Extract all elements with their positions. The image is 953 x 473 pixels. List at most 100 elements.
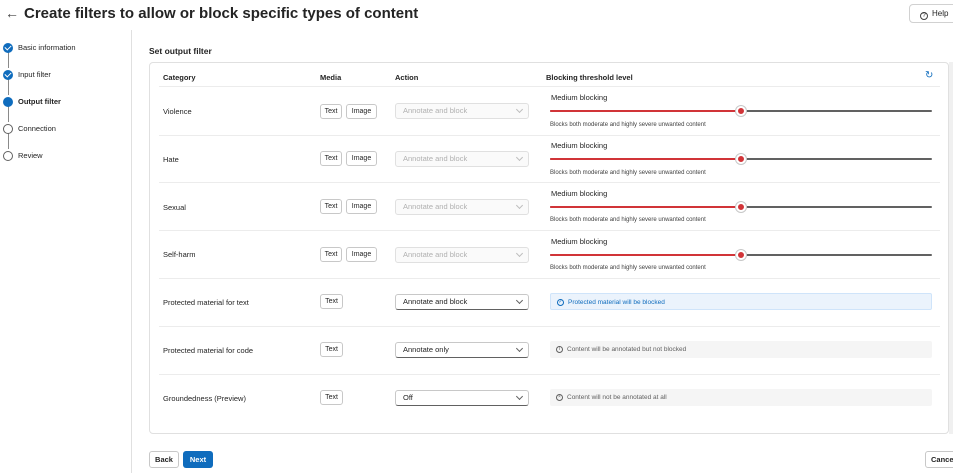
step-connector bbox=[7, 52, 9, 68]
threshold-slider[interactable] bbox=[550, 106, 932, 116]
action-value: Annotate only bbox=[403, 345, 449, 354]
sidebar-divider bbox=[131, 30, 132, 473]
category-label: Sexual bbox=[163, 203, 186, 212]
current-step-dot-icon bbox=[3, 97, 13, 107]
info-circle-icon: i bbox=[556, 346, 563, 353]
slider-thumb[interactable] bbox=[736, 202, 746, 212]
slider-thumb[interactable] bbox=[736, 154, 746, 164]
media-image-button[interactable]: Image bbox=[346, 151, 377, 166]
action-value: Annotate and block bbox=[403, 106, 468, 115]
media-image-button[interactable]: Image bbox=[346, 104, 377, 119]
slider-fill bbox=[550, 158, 741, 160]
action-value: Off bbox=[403, 393, 413, 402]
slider-fill bbox=[550, 206, 741, 208]
threshold-label: Medium blocking bbox=[551, 93, 608, 102]
media-text-button[interactable]: Text bbox=[320, 151, 342, 166]
row-divider bbox=[159, 374, 940, 375]
step-connector bbox=[7, 133, 9, 149]
step-connection[interactable]: Connection bbox=[3, 123, 128, 135]
media-text-button[interactable]: Text bbox=[320, 342, 343, 357]
info-text: Content will be annotated but not blocke… bbox=[567, 346, 687, 353]
reset-icon[interactable]: ↻ bbox=[925, 71, 935, 81]
action-dropdown[interactable]: Annotate only bbox=[395, 342, 529, 358]
info-box: ✓ Protected material will be blocked bbox=[550, 293, 932, 310]
section-title: Set output filter bbox=[149, 46, 212, 56]
threshold-description: Blocks both moderate and highly severe u… bbox=[550, 122, 706, 128]
action-dropdown: Annotate and block bbox=[395, 199, 529, 215]
action-dropdown: Annotate and block bbox=[395, 103, 529, 119]
row-divider bbox=[159, 86, 940, 87]
media-text-button[interactable]: Text bbox=[320, 390, 343, 405]
media-text-button[interactable]: Text bbox=[320, 104, 342, 119]
threshold-description: Blocks both moderate and highly severe u… bbox=[550, 265, 706, 271]
info-box: × Content will not be annotated at all bbox=[550, 389, 932, 406]
shield-check-icon: ✓ bbox=[557, 299, 564, 306]
step-output-filter[interactable]: Output filter bbox=[3, 96, 128, 108]
step-review[interactable]: Review bbox=[3, 150, 128, 162]
category-label: Protected material for code bbox=[163, 346, 254, 355]
category-label: Self-harm bbox=[163, 250, 196, 259]
column-header-media: Media bbox=[320, 73, 342, 82]
checkmark-circle-icon bbox=[3, 70, 13, 80]
row-divider bbox=[159, 230, 940, 231]
action-dropdown: Annotate and block bbox=[395, 247, 529, 263]
chevron-down-icon bbox=[515, 153, 524, 162]
action-value: Annotate and block bbox=[403, 250, 468, 259]
media-text-button[interactable]: Text bbox=[320, 199, 342, 214]
slider-thumb[interactable] bbox=[736, 250, 746, 260]
column-header-threshold: Blocking threshold level bbox=[546, 73, 633, 82]
help-label: Help bbox=[932, 9, 949, 18]
next-button[interactable]: Next bbox=[183, 451, 213, 468]
row-divider bbox=[159, 182, 940, 183]
threshold-slider[interactable] bbox=[550, 154, 932, 164]
back-arrow-icon[interactable]: ← bbox=[5, 5, 19, 21]
media-image-button[interactable]: Image bbox=[346, 247, 377, 262]
scrollbar[interactable] bbox=[949, 62, 953, 434]
row-divider bbox=[159, 135, 940, 136]
action-value: Annotate and block bbox=[403, 202, 468, 211]
category-label: Hate bbox=[163, 155, 179, 164]
action-value: Annotate and block bbox=[403, 297, 468, 306]
media-image-button[interactable]: Image bbox=[346, 199, 377, 214]
media-text-button[interactable]: Text bbox=[320, 247, 342, 262]
threshold-label: Medium blocking bbox=[551, 237, 608, 246]
slider-thumb[interactable] bbox=[736, 106, 746, 116]
empty-circle-icon bbox=[3, 151, 13, 161]
info-text: Content will not be annotated at all bbox=[567, 394, 667, 401]
chevron-down-icon bbox=[515, 249, 524, 258]
filter-table-card bbox=[149, 62, 949, 434]
category-label: Groundedness (Preview) bbox=[163, 394, 246, 403]
back-button[interactable]: Back bbox=[149, 451, 179, 468]
step-label: Basic information bbox=[18, 43, 76, 52]
threshold-label: Medium blocking bbox=[551, 141, 608, 150]
checkmark-circle-icon bbox=[3, 43, 13, 53]
info-box: i Content will be annotated but not block… bbox=[550, 341, 932, 358]
chevron-down-icon bbox=[515, 392, 524, 401]
action-dropdown[interactable]: Annotate and block bbox=[395, 294, 529, 310]
slider-fill bbox=[550, 254, 741, 256]
category-label: Violence bbox=[163, 107, 192, 116]
step-label: Output filter bbox=[18, 97, 61, 106]
step-input-filter[interactable]: Input filter bbox=[3, 69, 128, 81]
column-header-action: Action bbox=[395, 73, 419, 82]
chevron-down-icon bbox=[515, 201, 524, 210]
chevron-down-icon bbox=[515, 296, 524, 305]
step-label: Connection bbox=[18, 124, 56, 133]
page-title: Create filters to allow or block specifi… bbox=[24, 5, 419, 22]
step-label: Input filter bbox=[18, 70, 51, 79]
step-basic-information[interactable]: Basic information bbox=[3, 42, 128, 54]
threshold-description: Blocks both moderate and highly severe u… bbox=[550, 170, 706, 176]
threshold-slider[interactable] bbox=[550, 202, 932, 212]
dismiss-circle-icon: × bbox=[556, 394, 563, 401]
threshold-slider[interactable] bbox=[550, 250, 932, 260]
step-label: Review bbox=[18, 151, 43, 160]
row-divider bbox=[159, 278, 940, 279]
action-value: Annotate and block bbox=[403, 154, 468, 163]
action-dropdown[interactable]: Off bbox=[395, 390, 529, 406]
step-connector bbox=[7, 106, 9, 122]
media-text-button[interactable]: Text bbox=[320, 294, 343, 309]
info-text: Protected material will be blocked bbox=[568, 299, 665, 306]
cancel-button[interactable]: Cancel bbox=[925, 451, 953, 468]
action-dropdown: Annotate and block bbox=[395, 151, 529, 167]
help-button[interactable]: ? Help bbox=[909, 4, 953, 23]
